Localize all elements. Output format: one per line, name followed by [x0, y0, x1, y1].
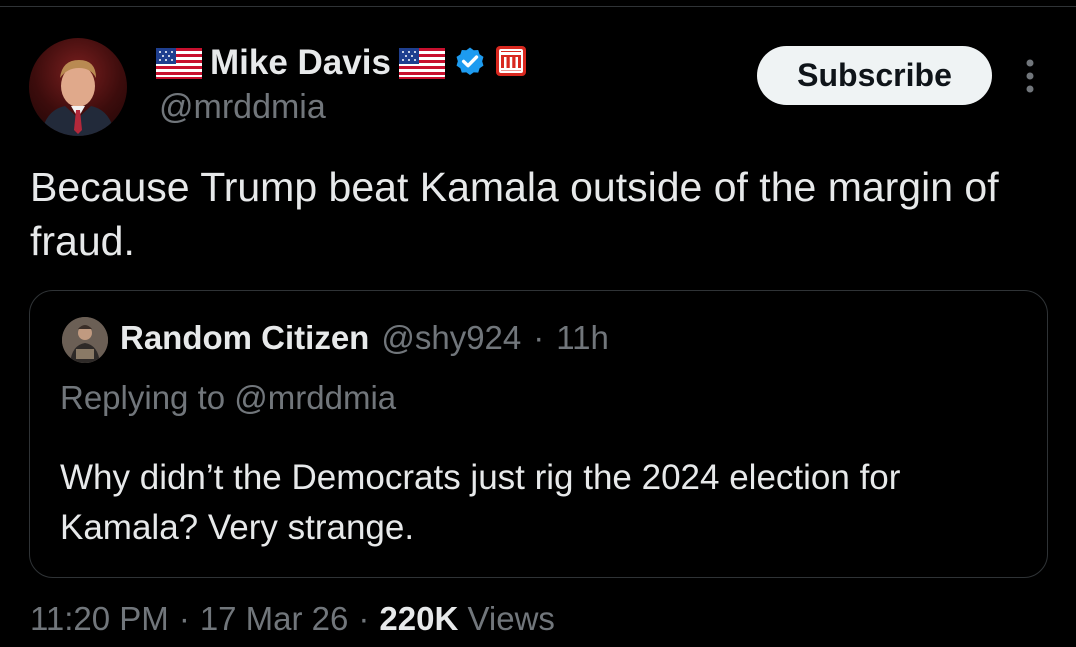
us-flag-icon: [156, 47, 202, 79]
views-count: 220K: [379, 600, 459, 637]
tweet-time[interactable]: 11:20 PM: [30, 600, 169, 638]
meta-separator: ·: [358, 600, 370, 637]
views-label: Views: [467, 600, 555, 637]
tweet-text: Because Trump beat Kamala outside of the…: [30, 164, 999, 264]
meta-separator: ·: [178, 600, 190, 637]
us-flag-icon: [398, 47, 445, 79]
quote-header: Random Citizen @shy924 · 11h: [120, 319, 609, 357]
more-vertical-icon[interactable]: [1018, 58, 1042, 94]
replying-to-handle[interactable]: @mrddmia: [234, 379, 396, 416]
quote-timestamp[interactable]: 11h: [556, 319, 609, 357]
top-divider: [0, 6, 1076, 7]
author-avatar[interactable]: [29, 38, 127, 136]
author-handle[interactable]: @mrddmia: [159, 88, 326, 127]
affiliate-badge-icon[interactable]: [495, 45, 527, 82]
tweet-meta-row: 11:20 PM · 17 Mar 26 · 220K Views: [30, 600, 555, 638]
verified-badge-icon[interactable]: [453, 44, 487, 83]
quote-author-avatar[interactable]: [62, 317, 108, 363]
quote-author-handle[interactable]: @shy924: [381, 319, 521, 357]
author-display-name[interactable]: Mike Davis: [210, 43, 391, 83]
quote-separator: ·: [533, 319, 545, 356]
replying-prefix: Replying to: [60, 379, 226, 416]
replying-to-line: Replying to @mrddmia: [60, 379, 396, 417]
quote-author-name[interactable]: Random Citizen: [120, 319, 369, 357]
subscribe-button[interactable]: Subscribe: [757, 46, 992, 105]
quoted-tweet-card[interactable]: Random Citizen @shy924 · 11h Replying to…: [29, 290, 1048, 578]
tweet-date[interactable]: 17 Mar 26: [200, 600, 349, 638]
quote-text: Why didn’t the Democrats just rig the 20…: [60, 458, 901, 547]
author-name-row: Mike Davis: [156, 42, 527, 84]
